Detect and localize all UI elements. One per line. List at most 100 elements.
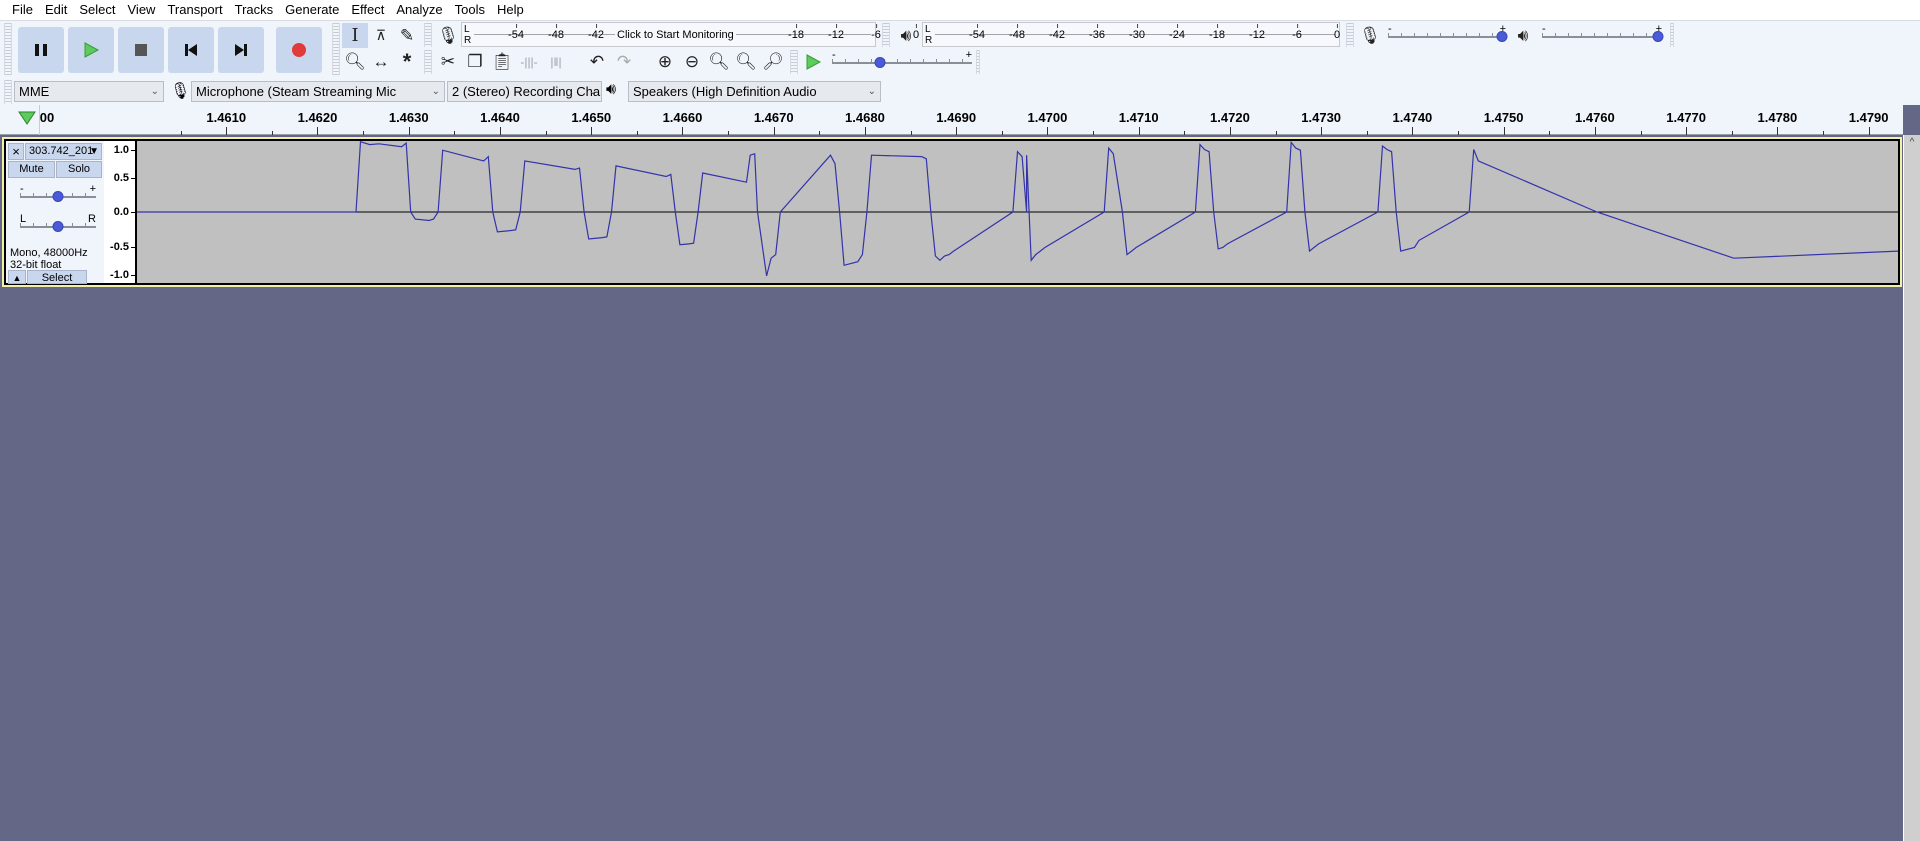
envelope-tool-button[interactable]: ⊼ (368, 23, 394, 48)
ruler-time-label: 1.4690 (936, 110, 977, 125)
menu-help[interactable]: Help (491, 0, 530, 20)
meter-monitoring-message[interactable]: Click to Start Monitoring (615, 29, 736, 41)
pause-button[interactable] (18, 27, 64, 73)
menu-effect[interactable]: Effect (345, 0, 390, 20)
zoom-tool-button[interactable]: 🔍︎ (342, 49, 368, 74)
record-meter-grip[interactable] (424, 23, 432, 47)
zoom-in-button[interactable]: ⊕ (652, 49, 678, 74)
draw-tool-button[interactable]: ✎ (394, 23, 420, 48)
ruler-time-label: 1.4660 (662, 110, 703, 125)
select-track-button[interactable]: Select (27, 270, 87, 284)
close-icon: × (12, 144, 20, 159)
slider-thumb[interactable] (52, 191, 64, 202)
transport-toolbar-grip[interactable] (4, 23, 12, 75)
stop-button[interactable] (118, 27, 164, 73)
record-meter[interactable]: L R -54 -48 -42 -18 -12 -6 0 Click to Start Mon… (461, 22, 919, 47)
play-at-speed-grip[interactable] (790, 50, 798, 74)
playback-meter[interactable]: L R -54 -48 -42 -36 -30 -24 -18 -12 -6 0 (922, 22, 1340, 47)
multi-tool-button[interactable]: * (394, 49, 420, 74)
menu-file[interactable]: File (6, 0, 39, 20)
ruler-minor-tick (545, 131, 547, 135)
pause-icon (35, 44, 47, 56)
close-track-button[interactable]: × (8, 143, 24, 160)
ruler-major-tick (1229, 127, 1231, 135)
menu-edit[interactable]: Edit (39, 0, 73, 20)
slider-thumb[interactable] (1652, 31, 1664, 42)
toolbar-end-grip (1670, 23, 1674, 47)
ruler-time-label: 1.4760 (1575, 110, 1615, 125)
recording-device-select[interactable]: Microphone (Steam Streaming Mic ⌄ (191, 81, 445, 102)
ruler-corner (0, 105, 40, 135)
ruler-minor-tick (271, 131, 273, 135)
mixer-toolbar-grip[interactable] (1346, 23, 1354, 47)
play-at-speed-slider[interactable]: - + (832, 49, 972, 71)
menu-tools[interactable]: Tools (449, 0, 491, 20)
menu-generate[interactable]: Generate (279, 0, 345, 20)
cut-button[interactable]: ✂ (435, 49, 461, 74)
slider-thumb[interactable] (1496, 31, 1508, 42)
meter-tick-label: -30 (1129, 24, 1145, 41)
undo-button[interactable]: ↶ (584, 49, 610, 74)
copy-button[interactable]: ❐ (462, 49, 488, 74)
skip-to-start-button[interactable] (168, 27, 214, 73)
ruler-major-tick (1503, 127, 1505, 135)
menu-tracks[interactable]: Tracks (229, 0, 280, 20)
gain-slider[interactable]: - + (20, 183, 96, 205)
zoom-toggle-button[interactable]: 🔎︎ (760, 49, 786, 74)
ruler-time-label: 1.4790 (1848, 110, 1889, 125)
redo-button[interactable]: ↷ (611, 49, 637, 74)
slider-thumb[interactable] (52, 221, 64, 232)
playback-meter-button[interactable]: 🔊︎ (893, 23, 919, 48)
menu-transport[interactable]: Transport (161, 0, 228, 20)
edit-toolbar-grip[interactable] (424, 50, 432, 74)
scroll-up-icon[interactable]: ^ (1904, 137, 1920, 148)
play-button[interactable] (68, 27, 114, 73)
slider-thumb[interactable] (874, 57, 886, 68)
selection-tool-button[interactable]: I (342, 23, 368, 48)
vertical-scrollbar[interactable]: ^ (1903, 135, 1920, 841)
play-at-speed-button[interactable] (800, 49, 826, 74)
ruler-minor-tick (1001, 131, 1003, 135)
timeline-ruler[interactable]: 00 1.4610 1.4620 1.4630 1.4640 1.4650 1.4660 1… (0, 105, 1903, 135)
amplitude-ruler[interactable]: 1.0 0.5 0.0 -0.5 -1.0 (104, 141, 136, 283)
menu-analyze[interactable]: Analyze (390, 0, 448, 20)
playback-volume-slider[interactable]: - + (1542, 23, 1664, 45)
audio-host-select[interactable]: MME ⌄ (14, 81, 164, 102)
skip-to-end-button[interactable] (218, 27, 264, 73)
microphone-icon: 🎙︎ (170, 83, 191, 100)
silence-audio-button[interactable]: |‖| (543, 49, 569, 74)
paste-button[interactable]: 📋︎ (489, 49, 515, 74)
device-toolbar-grip[interactable] (4, 80, 12, 104)
recording-channels-select[interactable]: 2 (Stereo) Recording Chai ⌄ (447, 81, 602, 102)
mute-button[interactable]: Mute (8, 161, 55, 178)
zoom-out-button[interactable]: ⊖ (679, 49, 705, 74)
fit-selection-button[interactable]: 🔍︎ (706, 49, 732, 74)
amp-label: -1.0 (110, 269, 135, 281)
time-shift-tool-button[interactable]: ↔ (368, 49, 394, 74)
stop-icon (135, 44, 147, 56)
menu-select[interactable]: Select (73, 0, 121, 20)
fit-project-button[interactable]: 🔍︎ (733, 49, 759, 74)
clipboard-icon: 📋︎ (491, 51, 513, 71)
fit-project-icon: 🔍︎ (735, 51, 757, 71)
record-meter-button[interactable]: 🎙︎ (435, 23, 461, 48)
audio-track[interactable]: × 303.742_201 ▼ Mute Solo - + L R Mono, … (2, 137, 1902, 287)
recording-volume-slider[interactable]: - + (1388, 23, 1508, 45)
meter-tick-label: -36 (1089, 24, 1105, 41)
meter-tick-label: -54 (508, 24, 524, 41)
solo-button[interactable]: Solo (56, 161, 102, 178)
track-name-menu[interactable]: 303.742_201 ▼ (25, 143, 102, 160)
play-head-triangle-icon[interactable] (18, 111, 36, 125)
meter-tick-label: -54 (969, 24, 985, 41)
collapse-track-button[interactable]: ▲ (8, 270, 26, 284)
trim-audio-button[interactable]: -|||- (516, 49, 542, 74)
tools-toolbar-grip[interactable] (332, 23, 340, 75)
menu-view[interactable]: View (122, 0, 162, 20)
ruler-major-tick (773, 127, 775, 135)
redo-icon: ↷ (616, 51, 632, 71)
playback-device-select[interactable]: Speakers (High Definition Audio ⌄ (628, 81, 881, 102)
waveform-area[interactable] (137, 140, 1899, 283)
record-button[interactable] (276, 27, 322, 73)
pan-slider[interactable]: L R (20, 213, 96, 235)
playback-meter-grip[interactable] (882, 23, 890, 47)
